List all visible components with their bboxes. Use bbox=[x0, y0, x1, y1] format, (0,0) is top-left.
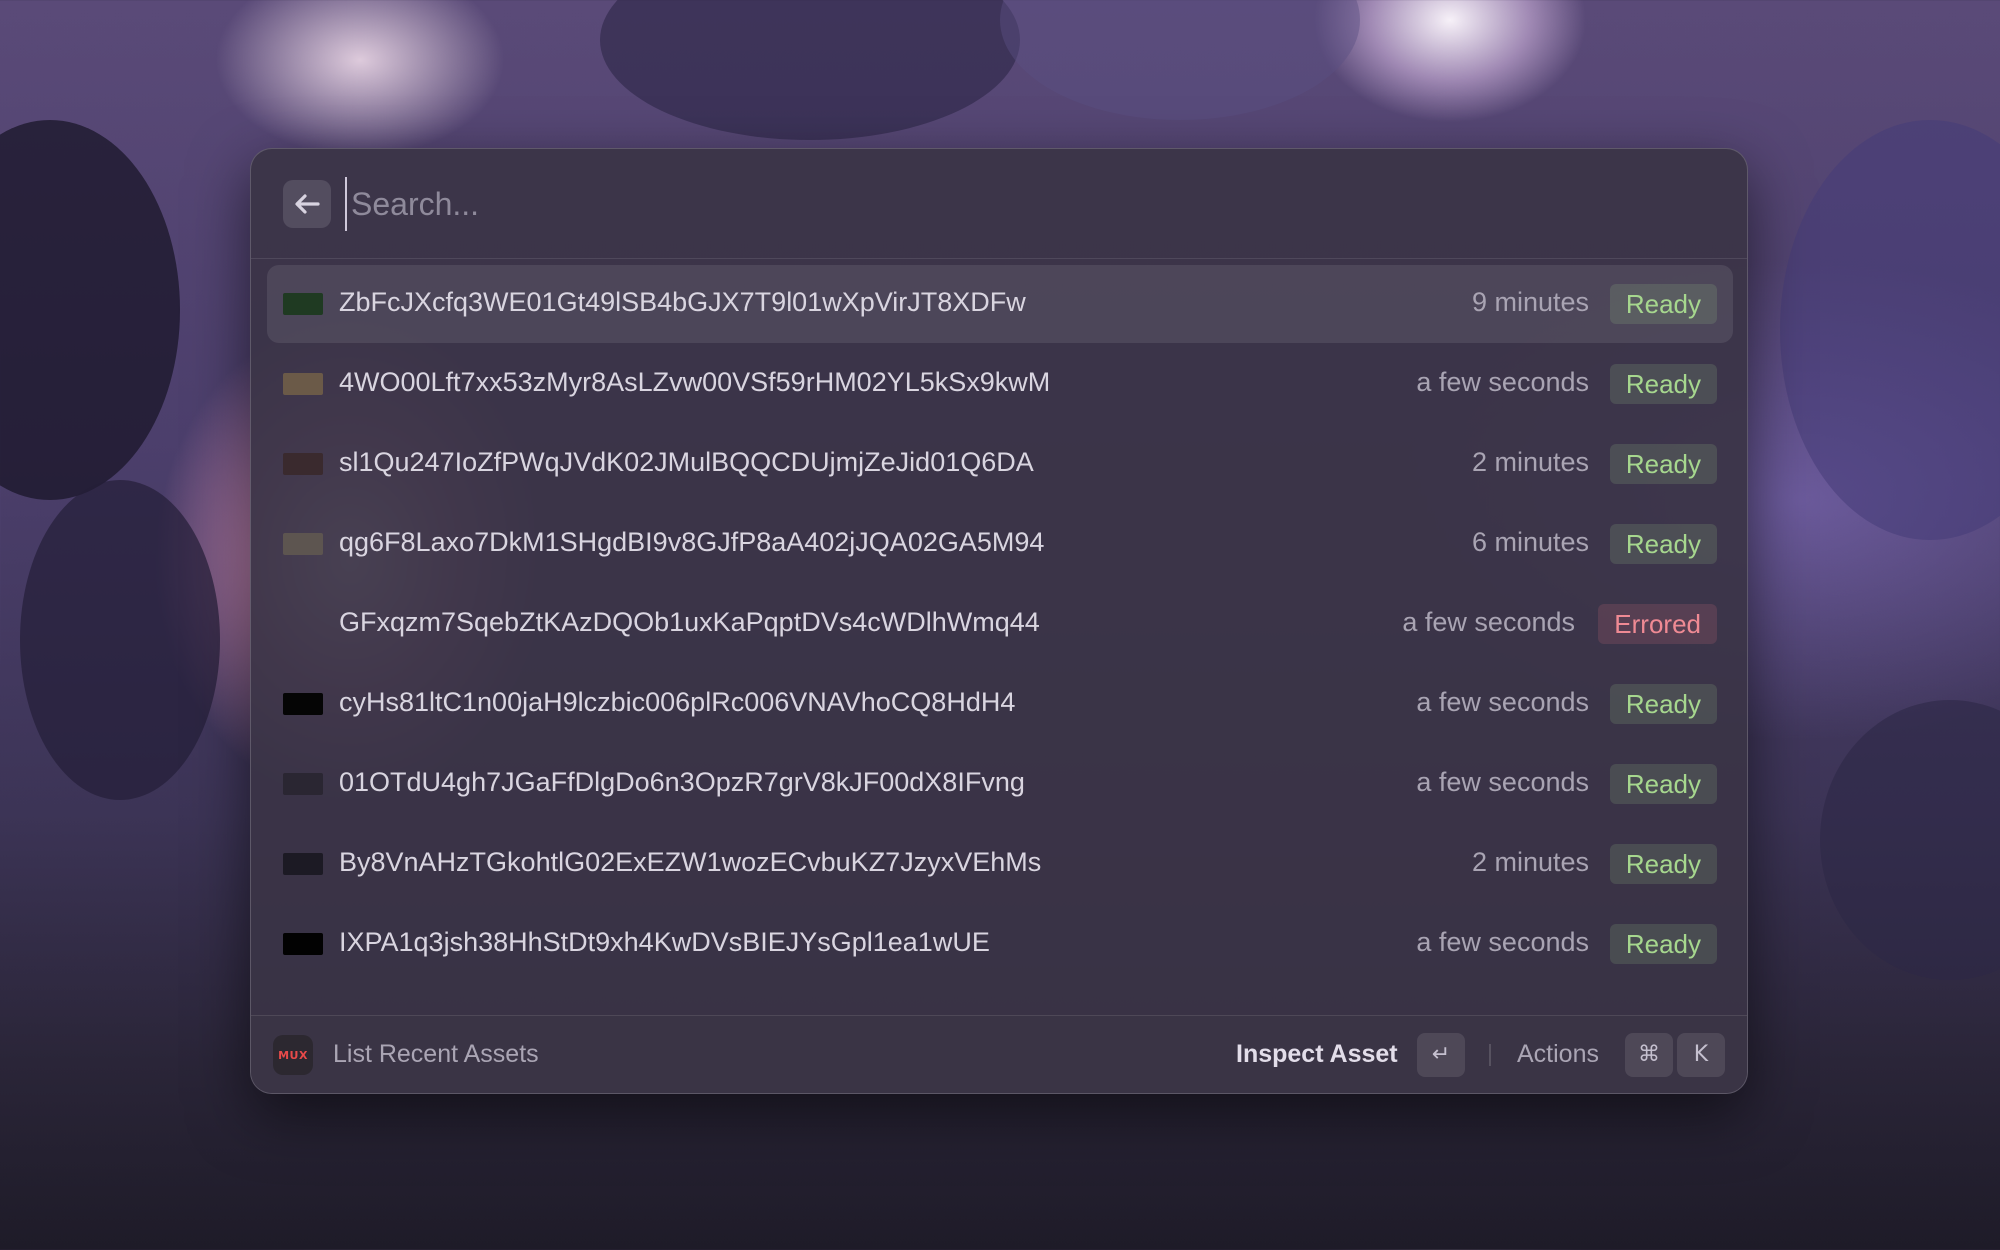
asset-time: a few seconds bbox=[1416, 367, 1589, 397]
asset-time: 6 minutes bbox=[1471, 527, 1589, 557]
asset-time: 9 minutes bbox=[1471, 287, 1589, 317]
asset-thumbnail bbox=[283, 373, 323, 395]
search-input[interactable] bbox=[345, 177, 1645, 231]
action-bar: MUX List Recent Assets Inspect Asset ↵ A… bbox=[251, 1015, 1747, 1093]
asset-time: a few seconds bbox=[1416, 687, 1589, 717]
command-title: List Recent Assets bbox=[333, 1040, 539, 1068]
asset-id: GFxqzm7SqebZtKAzDQOb1uxKaPqptDVs4cWDlhWm… bbox=[339, 607, 1040, 637]
status-badge: Ready bbox=[1609, 684, 1717, 724]
asset-time: 2 minutes bbox=[1471, 447, 1589, 477]
status-badge: Ready bbox=[1609, 764, 1717, 804]
asset-id: qg6F8Laxo7DkM1SHgdBI9v8GJfP8aA402jJQA02G… bbox=[339, 527, 1045, 557]
asset-id: 01OTdU4gh7JGaFfDlgDo6n3OpzR7grV8kJF00dX8… bbox=[339, 767, 1025, 797]
asset-row[interactable]: By8VnAHzTGkohtlG02ExEZW1wozECvbuKZ7JzyxV… bbox=[267, 825, 1733, 903]
asset-time: a few seconds bbox=[1416, 767, 1589, 797]
background-foliage bbox=[1000, 0, 1360, 120]
search-bar bbox=[251, 149, 1747, 259]
asset-time: 2 minutes bbox=[1471, 847, 1589, 877]
status-badge: Ready bbox=[1609, 524, 1717, 564]
status-badge: Errored bbox=[1598, 604, 1717, 644]
asset-time: a few seconds bbox=[1416, 927, 1589, 957]
background-foliage bbox=[0, 120, 180, 500]
asset-thumbnail bbox=[283, 773, 323, 795]
asset-thumbnail bbox=[283, 693, 323, 715]
asset-row[interactable]: ZbFcJXcfq3WE01Gt49lSB4bGJX7T9l01wXpVirJT… bbox=[267, 265, 1733, 343]
background-foliage bbox=[600, 0, 1020, 140]
asset-id: 4WO00Lft7xx53zMyr8AsLZvw00VSf59rHM02YL5k… bbox=[339, 367, 1051, 397]
asset-thumbnail bbox=[283, 533, 323, 555]
status-badge: Ready bbox=[1609, 924, 1717, 964]
divider bbox=[1489, 1044, 1491, 1066]
back-button[interactable] bbox=[283, 180, 331, 228]
asset-thumbnail bbox=[283, 453, 323, 475]
asset-thumbnail bbox=[283, 933, 323, 955]
command-palette: ZbFcJXcfq3WE01Gt49lSB4bGJX7T9l01wXpVirJT… bbox=[250, 148, 1748, 1094]
status-badge: Ready bbox=[1609, 844, 1717, 884]
inspect-asset-action[interactable]: Inspect Asset bbox=[1236, 1040, 1398, 1069]
status-badge: Ready bbox=[1609, 284, 1717, 324]
asset-id: By8VnAHzTGkohtlG02ExEZW1wozECvbuKZ7JzyxV… bbox=[339, 847, 1042, 877]
asset-id: cyHs81ltC1n00jaH9lczbic006plRc006VNAVhoC… bbox=[339, 687, 1016, 717]
asset-row[interactable]: 4WO00Lft7xx53zMyr8AsLZvw00VSf59rHM02YL5k… bbox=[267, 345, 1733, 423]
command-key-icon: ⌘ bbox=[1625, 1033, 1673, 1077]
asset-thumbnail bbox=[283, 853, 323, 875]
asset-row[interactable]: sl1Qu247IoZfPWqJVdK02JMulBQQCDUjmjZeJid0… bbox=[267, 425, 1733, 503]
asset-row[interactable]: IXPA1q3jsh38HhStDt9xh4KwDVsBIEJYsGpl1ea1… bbox=[267, 905, 1733, 983]
arrow-left-icon bbox=[295, 194, 320, 214]
asset-id: IXPA1q3jsh38HhStDt9xh4KwDVsBIEJYsGpl1ea1… bbox=[339, 927, 990, 957]
background-foliage bbox=[20, 480, 220, 800]
k-key: K bbox=[1677, 1033, 1725, 1077]
actions-button[interactable]: Actions bbox=[1517, 1040, 1599, 1069]
mux-logo: MUX bbox=[273, 1035, 313, 1075]
asset-row[interactable]: cyHs81ltC1n00jaH9lczbic006plRc006VNAVhoC… bbox=[267, 665, 1733, 743]
asset-id: sl1Qu247IoZfPWqJVdK02JMulBQQCDUjmjZeJid0… bbox=[339, 447, 1034, 477]
asset-row[interactable]: qg6F8Laxo7DkM1SHgdBI9v8GJfP8aA402jJQA02G… bbox=[267, 505, 1733, 583]
enter-key-icon: ↵ bbox=[1417, 1033, 1465, 1077]
background-foliage bbox=[1780, 120, 2000, 540]
asset-row[interactable]: 01OTdU4gh7JGaFfDlgDo6n3OpzR7grV8kJF00dX8… bbox=[267, 745, 1733, 823]
background-foliage bbox=[1820, 700, 2000, 980]
status-badge: Ready bbox=[1609, 444, 1717, 484]
status-badge: Ready bbox=[1609, 364, 1717, 404]
asset-thumbnail bbox=[283, 293, 323, 315]
asset-time: a few seconds bbox=[1402, 607, 1575, 637]
asset-id: ZbFcJXcfq3WE01Gt49lSB4bGJX7T9l01wXpVirJT… bbox=[339, 287, 1026, 317]
asset-row[interactable]: GFxqzm7SqebZtKAzDQOb1uxKaPqptDVs4cWDlhWm… bbox=[267, 585, 1733, 663]
